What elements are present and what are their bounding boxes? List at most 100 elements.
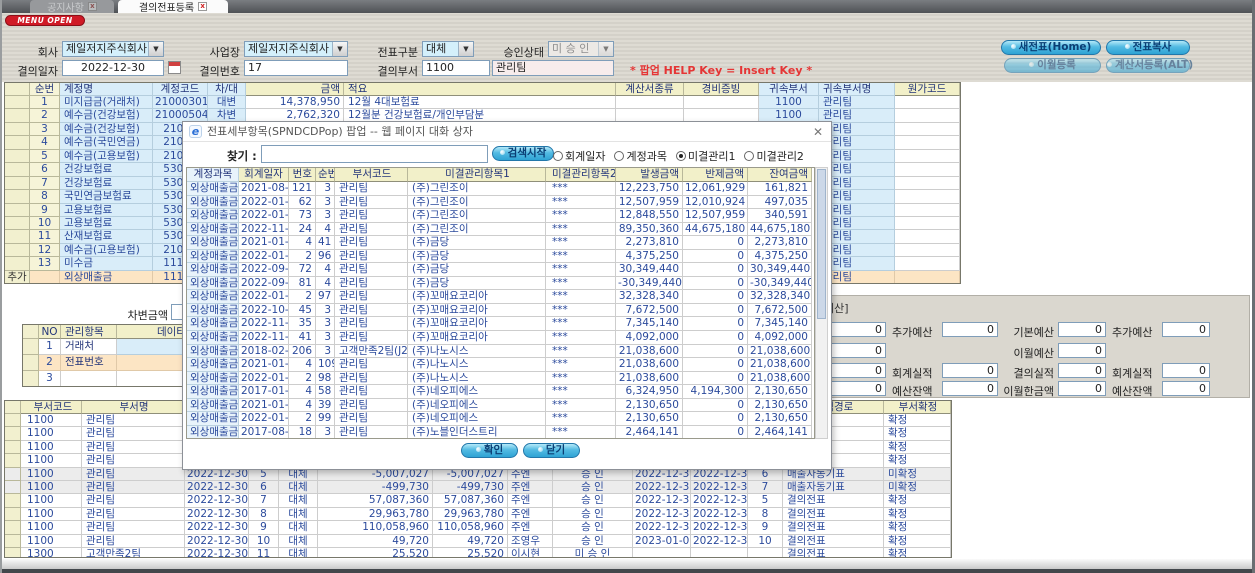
radio-icon[interactable] xyxy=(614,151,625,161)
table-row[interactable]: 외상매출금2022-09-30814관리팀(주)금당***-30,349,440… xyxy=(187,276,814,291)
cell: 결의전표 xyxy=(783,494,884,508)
table-row[interactable]: 외상매출금2022-01-00296관리팀(주)금당***4,375,25004… xyxy=(187,249,814,264)
cell: (주)네오피에스 xyxy=(408,398,546,413)
table-row[interactable]: 1300 고객만족2팀 2022-12-30 11 대체 25,520 25,520 이시현 미… xyxy=(5,547,951,557)
radio-icon[interactable] xyxy=(553,151,563,161)
cell xyxy=(895,203,960,217)
popup-title-bar[interactable]: e 전표세부항목(SPNDCDPop) 팝업 -- 웹 페이지 대화 상자 ✕ xyxy=(183,122,831,142)
budget-field: 0 xyxy=(1058,363,1106,378)
new-slip-button[interactable]: 새전표(Home) xyxy=(1001,40,1101,55)
cell: 3 xyxy=(316,303,335,318)
table-row[interactable]: 외상매출금2022-11-30413관리팀(주)꼬매요코리아***4,092,0… xyxy=(187,331,814,345)
table-row[interactable]: 외상매출금2022-01-31733관리팀(주)그린조이***12,848,55… xyxy=(187,209,814,223)
cell: 9 xyxy=(249,521,279,535)
close-icon[interactable]: ✕ xyxy=(813,122,823,142)
table-row[interactable]: 1100 관리팀 2022-12-30 8 대체 29,963,780 29,963,780… xyxy=(5,507,951,522)
tab-notice[interactable]: 공지사항 x xyxy=(30,0,114,14)
header-cell: 계산서종류 xyxy=(616,83,684,96)
chevron-down-icon[interactable]: ▼ xyxy=(458,42,473,56)
cell: 45 xyxy=(289,303,316,318)
cell: (주)나노시스 xyxy=(408,371,546,386)
tab-slip-entry[interactable]: 결의전표등록 x xyxy=(118,0,228,14)
site-select[interactable]: 제일저지주식회사 ▼ xyxy=(244,41,348,57)
cell: 62 xyxy=(289,195,316,210)
cell: 2,130,650 xyxy=(616,398,683,413)
cell: 4,375,250 xyxy=(616,249,683,264)
table-row[interactable]: 외상매출금2022-09-30724관리팀(주)금당***30,349,4400… xyxy=(187,263,814,277)
cell: 4 xyxy=(289,358,316,372)
cell: 3 xyxy=(316,331,335,345)
tab-close-icon[interactable]: x xyxy=(198,2,208,11)
table-row[interactable]: 1100 관리팀 2022-12-30 10 대체 49,720 49,720 조영우 승 인2… xyxy=(5,534,951,548)
cell: 관리팀 xyxy=(82,414,185,428)
table-row[interactable]: 외상매출금2022-11-30353관리팀(주)꼬매요코리아***7,345,1… xyxy=(187,317,814,332)
table-row[interactable]: 외상매출금2021-01-00439관리팀(주)네오피에스***2,130,65… xyxy=(187,398,814,413)
cell: 관리팀 xyxy=(335,425,408,438)
radio-option[interactable]: 회계일자 xyxy=(553,148,605,164)
radio-option[interactable]: 미결관리2 xyxy=(744,148,804,164)
find-input[interactable] xyxy=(261,145,488,163)
cell: 2022-11-30 xyxy=(239,331,289,345)
cell: 관리팀 xyxy=(335,263,408,277)
cell: 확정 xyxy=(884,494,951,508)
radio-option[interactable]: 미결관리1 xyxy=(675,148,735,164)
calendar-icon[interactable] xyxy=(168,61,181,74)
table-row[interactable]: 외상매출금2021-08-311213관리팀(주)그린조이***12,223,7… xyxy=(187,182,814,196)
tab-close-icon[interactable]: x xyxy=(87,2,97,11)
table-row[interactable]: 외상매출금2022-01-00298관리팀(주)나노시스***21,038,60… xyxy=(187,371,814,386)
table-row[interactable]: 외상매출금2018-02-282063고객만족2팀(J2(주)나노시스***21… xyxy=(187,344,814,359)
ok-button[interactable]: 확인 xyxy=(461,443,518,458)
table-row[interactable]: 외상매출금2022-01-00299관리팀(주)네오피에스***2,130,65… xyxy=(187,412,814,426)
table-row[interactable]: 외상매출금2022-11-30244관리팀(주)그린조이***89,350,36… xyxy=(187,222,814,237)
table-row[interactable]: 외상매출금2022-01-31623관리팀(주)그린조이***12,507,95… xyxy=(187,195,814,210)
slip-type-value: 대체 xyxy=(426,42,447,55)
radio-icon-selected[interactable] xyxy=(675,151,686,161)
cell: 미 승 인 xyxy=(553,547,633,557)
cell: 주엔 xyxy=(508,480,553,495)
cell: 2022-01-00 xyxy=(239,290,289,304)
cell xyxy=(5,414,21,428)
table-row[interactable]: 외상매출금2022-10-31453관리팀(주)꼬매요코리아***7,672,5… xyxy=(187,303,814,318)
cell: 외상매출금 xyxy=(187,182,239,196)
date-input[interactable]: 2022-12-30 xyxy=(62,60,164,76)
chevron-down-icon[interactable]: ▼ xyxy=(148,42,163,56)
table-row[interactable]: 외상매출금2022-01-00297관리팀(주)꼬매요코리아***32,328,… xyxy=(187,290,814,304)
radio-label: 계정과목 xyxy=(626,150,667,163)
cell xyxy=(5,427,21,441)
table-row[interactable]: 외상매출금2017-01-00458관리팀(주)네오피에스***6,324,95… xyxy=(187,385,814,399)
cell: 98 xyxy=(316,371,335,386)
cell xyxy=(895,122,960,137)
dept-code-input[interactable]: 1100 xyxy=(422,60,490,76)
search-start-button[interactable]: 검색시작 xyxy=(492,146,554,161)
close-button[interactable]: 닫기 xyxy=(523,443,580,458)
table-row[interactable]: 외상매출금2017-08-01183관리팀(주)노블인더스트리***2,464,… xyxy=(187,425,814,438)
slip-no-input[interactable]: 17 xyxy=(244,60,348,76)
chevron-down-icon[interactable]: ▼ xyxy=(332,42,347,56)
copy-slip-button[interactable]: 전표복사 xyxy=(1106,40,1190,55)
invoice-button: 계산서등록(ALT) xyxy=(1106,58,1193,73)
cell: *** xyxy=(546,385,616,399)
table-row[interactable]: 1100 관리팀 2022-12-30 6 대체 -499,730 -499,730 주엔 승 … xyxy=(5,480,951,495)
radio-icon[interactable] xyxy=(744,151,755,161)
cell xyxy=(5,149,30,164)
table-row[interactable]: 외상매출금2021-01-004109관리팀(주)나노시스***21,038,6… xyxy=(187,358,814,372)
budget-label: 예산잔액 xyxy=(892,385,933,398)
table-row[interactable]: 1100 관리팀 2022-12-30 9 대체 110,058,960 110,058,9… xyxy=(5,521,951,535)
header-cell: 귀속부서 xyxy=(759,83,819,96)
cell xyxy=(895,216,960,231)
cell: 11 xyxy=(30,230,60,244)
cell: *** xyxy=(546,344,616,359)
cell xyxy=(616,96,684,110)
cell: -499,730 xyxy=(433,480,508,495)
slip-no-label: 결의번호 xyxy=(199,65,240,78)
table-row[interactable]: 1100 관리팀 2022-12-30 7 대체 57,087,360 57,087,360… xyxy=(5,494,951,508)
popup-scrollbar[interactable] xyxy=(815,167,828,439)
cell xyxy=(5,467,21,481)
menu-open-button[interactable]: MENU OPEN xyxy=(5,15,85,26)
slip-type-select[interactable]: 대체 ▼ xyxy=(422,41,474,57)
company-select[interactable]: 제일저지주식회사 ▼ xyxy=(62,41,164,57)
radio-option[interactable]: 계정과목 xyxy=(614,148,667,164)
scrollbar-thumb[interactable] xyxy=(817,169,826,319)
table-row[interactable]: 외상매출금2021-01-00441관리팀(주)금당***2,273,81002… xyxy=(187,236,814,250)
table-row[interactable]: 1 미지급금(거래처) 21000301 대변 14,378,950 12월 4대보험료 1… xyxy=(5,96,960,110)
